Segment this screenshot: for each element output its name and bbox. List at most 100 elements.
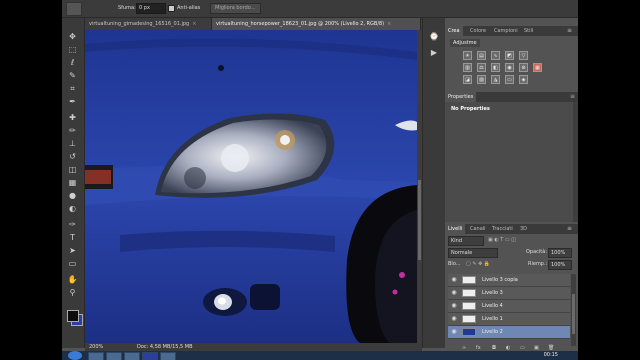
hand-tool-icon[interactable]: ✋: [67, 275, 78, 284]
scrollbar-thumb[interactable]: [572, 294, 575, 334]
tab-livelli[interactable]: Livelli: [445, 224, 466, 234]
tab-canali[interactable]: Canali: [467, 224, 489, 234]
layer-row[interactable]: ◉ Livello 1: [448, 313, 570, 326]
threshold-icon[interactable]: ◮: [491, 75, 500, 84]
fill-label: Riemp.:: [528, 261, 548, 267]
type-tool-icon[interactable]: T: [67, 233, 78, 242]
tab-properties[interactable]: Properties: [445, 92, 477, 102]
quick-select-tool-icon[interactable]: ✎: [67, 71, 78, 80]
brush-tool-icon[interactable]: ✏: [67, 126, 78, 135]
photoshop-taskbar-icon[interactable]: [142, 352, 158, 360]
tab-crea[interactable]: Crea: [445, 26, 463, 36]
channel-mixer-icon[interactable]: ⊛: [519, 63, 528, 72]
path-selection-tool-icon[interactable]: ➤: [67, 246, 78, 255]
tab-campioni[interactable]: Campioni: [491, 26, 521, 36]
tab-colore[interactable]: Colore: [467, 26, 489, 36]
eye-icon[interactable]: ◉: [450, 287, 458, 299]
layer-row-selected[interactable]: ◉ Livello 2: [448, 326, 570, 339]
options-bar: Sfuma: 0 px Anti-alias Migliora bordo...: [62, 0, 578, 18]
eyedropper-tool-icon[interactable]: ✒: [67, 97, 78, 106]
adjustments-row-2: ▥ ⚖ ◧ ◉ ⊛ ▦: [463, 63, 553, 73]
curves-icon[interactable]: ∿: [491, 51, 500, 60]
close-tab-icon[interactable]: ×: [192, 21, 196, 27]
taskbar-app-icon[interactable]: [124, 352, 140, 360]
eye-icon[interactable]: ◉: [450, 300, 458, 312]
gradient-map-icon[interactable]: ▭: [505, 75, 514, 84]
color-lookup-icon[interactable]: ▦: [533, 63, 542, 72]
move-tool-icon[interactable]: ✥: [67, 32, 78, 41]
history-brush-tool-icon[interactable]: ↺: [67, 152, 78, 161]
layer-row[interactable]: ◉ Livello 4: [448, 300, 570, 313]
photoshop-window: Sfuma: 0 px Anti-alias Migliora bordo...…: [62, 0, 578, 360]
foreground-color-swatch[interactable]: [67, 310, 79, 322]
taskbar-app-icon[interactable]: [160, 352, 176, 360]
document-tab[interactable]: virtualtuning_gimadesing_16516_01.jpg ×: [85, 18, 212, 30]
refine-edge-button[interactable]: Migliora bordo...: [210, 3, 261, 14]
clone-stamp-tool-icon[interactable]: ⊥: [67, 139, 78, 148]
sfuma-input[interactable]: 0 px: [136, 3, 166, 14]
close-tab-icon[interactable]: ×: [387, 21, 391, 27]
document-tab-active[interactable]: virtualtuning_horsepower_18623_01.jpg @ …: [212, 18, 421, 30]
exposure-icon[interactable]: ◩: [505, 51, 514, 60]
layer-row[interactable]: ◉ Livello 3 copia: [448, 274, 570, 287]
panel-menu-icon[interactable]: ≡: [564, 224, 575, 234]
layer-row[interactable]: ◉ Livello 3: [448, 287, 570, 300]
antialias-checkbox[interactable]: [168, 5, 175, 12]
layer-name: Livello 3 copia: [482, 277, 518, 283]
tab-3d[interactable]: 3D: [517, 224, 530, 234]
levels-icon[interactable]: ▤: [477, 51, 486, 60]
adjustments-row-1: ☀ ▤ ∿ ◩ ▽: [463, 51, 553, 61]
properties-scrollbar[interactable]: [573, 102, 578, 222]
zoom-tool-icon[interactable]: ⚲: [67, 288, 78, 297]
dodge-tool-icon[interactable]: ◐: [67, 204, 78, 213]
gradient-tool-icon[interactable]: ▦: [67, 178, 78, 187]
layer-thumbnail: [462, 328, 476, 336]
color-panel-tabs: Crea Colore Campioni Stili ≡: [445, 26, 578, 36]
color-balance-icon[interactable]: ⚖: [477, 63, 486, 72]
blur-tool-icon[interactable]: ●: [67, 191, 78, 200]
eye-icon[interactable]: ◉: [450, 274, 458, 286]
panel-menu-icon[interactable]: ≡: [570, 92, 575, 102]
start-button-icon[interactable]: [68, 351, 82, 360]
history-panel-icon[interactable]: ⌚: [429, 32, 439, 42]
tab-stili[interactable]: Stili: [521, 26, 536, 36]
vibrance-icon[interactable]: ▽: [519, 51, 528, 60]
lasso-tool-preset-picker[interactable]: [66, 2, 82, 16]
shape-tool-icon[interactable]: ▭: [67, 259, 78, 268]
black-white-icon[interactable]: ◧: [491, 63, 500, 72]
eye-icon[interactable]: ◉: [450, 313, 458, 325]
scrollbar-thumb[interactable]: [418, 180, 421, 260]
hue-saturation-icon[interactable]: ▥: [463, 63, 472, 72]
layers-scrollbar[interactable]: [571, 274, 576, 346]
pen-tool-icon[interactable]: ✑: [67, 220, 78, 229]
eye-icon[interactable]: ◉: [450, 326, 458, 338]
marquee-tool-icon[interactable]: ⬚: [67, 45, 78, 54]
image-canvas[interactable]: [85, 30, 417, 343]
fill-input[interactable]: 100%: [548, 260, 572, 270]
healing-brush-tool-icon[interactable]: ✚: [67, 113, 78, 122]
taskbar-app-icon[interactable]: [88, 352, 104, 360]
actions-panel-icon[interactable]: ▶: [429, 48, 439, 58]
tab-tracciati[interactable]: Tracciati: [489, 224, 516, 234]
photo-filter-icon[interactable]: ◉: [505, 63, 514, 72]
lock-row: Blo... ▢ ✎ ✥ 🔒 Riemp.: 100%: [448, 260, 575, 270]
adjustments-label[interactable]: Adjustme: [450, 39, 480, 47]
selective-color-icon[interactable]: ◈: [519, 75, 528, 84]
blend-row: Normale Opacità: 100%: [448, 248, 575, 258]
filter-icons[interactable]: ▣ ◐ T ▭ ◫: [488, 236, 516, 245]
posterize-icon[interactable]: ▨: [477, 75, 486, 84]
lasso-tool-icon[interactable]: ℓ: [67, 58, 78, 67]
zoom-level[interactable]: 200%: [89, 343, 103, 351]
crop-tool-icon[interactable]: ⌗: [67, 84, 78, 93]
brightness-icon[interactable]: ☀: [463, 51, 472, 60]
taskbar-app-icon[interactable]: [106, 352, 122, 360]
invert-icon[interactable]: ◪: [463, 75, 472, 84]
blend-mode-dropdown[interactable]: Normale: [448, 248, 498, 258]
opacity-input[interactable]: 100%: [548, 248, 572, 258]
letterbox-left: [0, 0, 62, 360]
eraser-tool-icon[interactable]: ◫: [67, 165, 78, 174]
lock-icons[interactable]: ▢ ✎ ✥ 🔒: [466, 260, 490, 269]
system-clock: 00:15: [543, 352, 558, 358]
panel-menu-icon[interactable]: ≡: [564, 26, 575, 36]
kind-filter-dropdown[interactable]: Kind: [448, 236, 484, 246]
